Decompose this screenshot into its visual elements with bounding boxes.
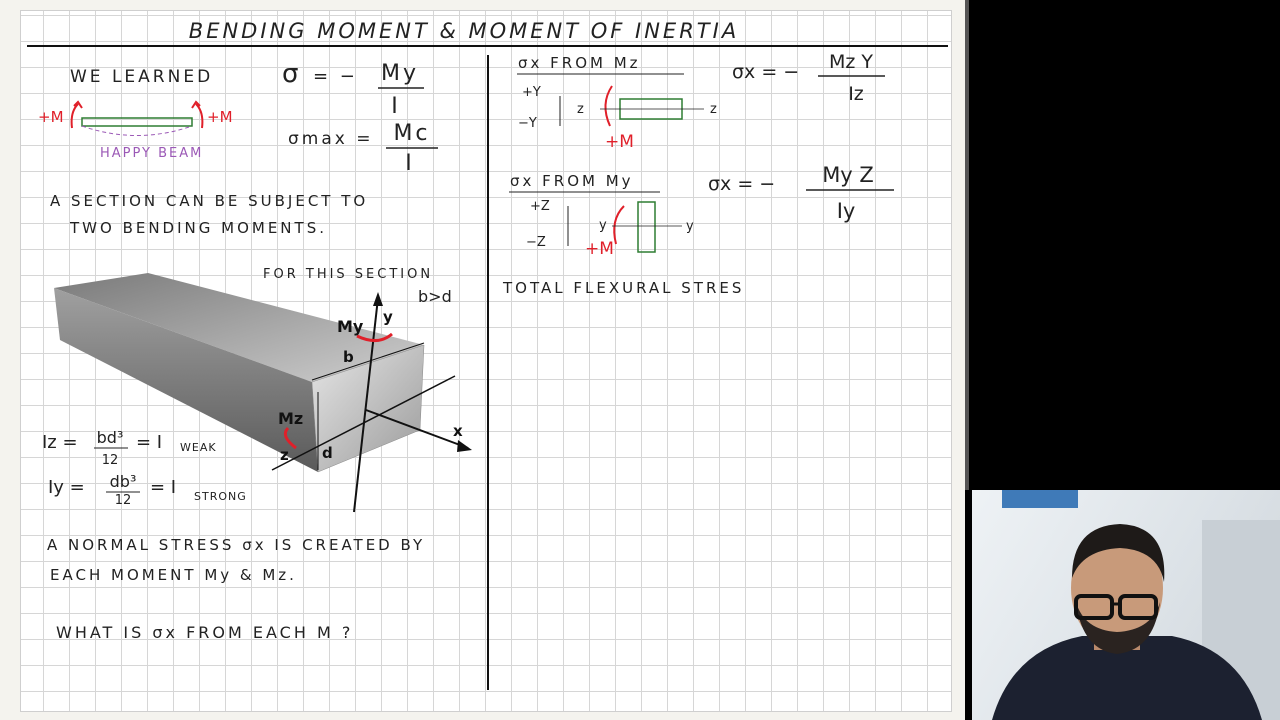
sigma-max-label: σmax =: [288, 129, 373, 149]
total-flexural-stress-text: TOTAL FLEXURAL STRES: [502, 279, 744, 297]
label-z-axis: z: [280, 446, 289, 464]
eq-b-numerator: My Z: [822, 163, 874, 187]
background-poster: [1002, 490, 1078, 508]
for-this-section-text: FOR THIS SECTION: [263, 267, 433, 282]
iz-rhs: = I: [136, 432, 162, 453]
moment-mz-arrow: [604, 85, 613, 127]
label-plus-z: +Z: [530, 199, 550, 214]
plus-m-my: +M: [585, 239, 614, 259]
label-d: d: [322, 444, 333, 462]
moment-my-arrow: [613, 205, 625, 245]
moment-arrow-right: [195, 103, 204, 129]
instructor-video: [992, 490, 1280, 720]
beam-deflection-curve: [81, 125, 193, 136]
dark-right-strip: [1125, 0, 1280, 490]
eq1-denominator: I: [391, 94, 401, 119]
label-z-right: z: [710, 102, 717, 117]
iy-strong-label: STRONG: [194, 490, 247, 503]
sigma-symbol: σ: [282, 59, 301, 89]
whiteboard-drawing: BENDING MOMENT & MOMENT OF INERTIA WE LE…: [27, 19, 948, 690]
label-plus-y: +Y: [522, 85, 541, 100]
eq-a-numerator: Mz Y: [829, 51, 873, 73]
cross-section-my: [637, 201, 656, 253]
label-b: b: [343, 348, 354, 366]
label-minus-z: −Z: [526, 235, 546, 250]
iy-lhs: Iy =: [48, 477, 85, 498]
dark-side-panel: [965, 0, 1129, 490]
plus-m-mz: +M: [605, 132, 634, 152]
webcam-feed: [972, 490, 1280, 720]
eq2-denominator: I: [405, 151, 415, 176]
label-y-axis: y: [383, 308, 393, 326]
iz-lhs: Iz =: [42, 432, 78, 453]
equals-minus: = −: [313, 66, 358, 87]
normal-stress-line2: EACH MOMENT My & Mz.: [50, 566, 297, 584]
plus-m-right: +M: [207, 108, 233, 126]
x-axis-arrowhead: [457, 440, 472, 452]
label-mz: Mz: [278, 409, 303, 428]
iy-rhs: = I: [150, 477, 176, 498]
iy-denominator: 12: [115, 493, 132, 508]
label-x-axis: x: [453, 422, 463, 440]
question-text: WHAT IS σx FROM EACH M ?: [56, 623, 353, 642]
plus-m-left: +M: [38, 108, 64, 126]
label-y-right: y: [686, 219, 694, 234]
section-text-line2: TWO BENDING MOMENTS.: [69, 219, 327, 237]
y-axis-arrowhead: [373, 292, 383, 306]
moment-arrow-left: [70, 103, 79, 129]
heading-sigma-from-my: σx FROM My: [510, 172, 634, 190]
happy-beam-label: HAPPY BEAM: [100, 146, 203, 161]
eq2-numerator: Mc: [393, 121, 430, 146]
label-minus-y: −Y: [518, 116, 537, 131]
we-learned-text: WE LEARNED: [70, 67, 213, 87]
iy-numerator: db³: [110, 472, 137, 491]
eq-b-denominator: Iy: [837, 199, 856, 223]
label-y-left: y: [599, 218, 607, 233]
heading-sigma-from-mz: σx FROM Mz: [518, 54, 641, 72]
normal-stress-line1: A NORMAL STRESS σx IS CREATED BY: [47, 536, 425, 554]
eq-a-denominator: Iz: [848, 83, 864, 105]
iz-denominator: 12: [102, 453, 119, 468]
iz-numerator: bd³: [97, 428, 124, 447]
label-z-left: z: [577, 102, 584, 117]
eq1-numerator: My: [381, 61, 419, 86]
eq-a-lhs: σx = −: [732, 61, 799, 83]
label-my: My: [337, 317, 364, 336]
b-gt-d-text: b>d: [418, 287, 452, 306]
page-title: BENDING MOMENT & MOMENT OF INERTIA: [189, 19, 739, 43]
iz-weak-label: WEAK: [180, 441, 217, 454]
eq-b-lhs: σx = −: [708, 173, 775, 195]
happy-beam-rect: [81, 117, 193, 127]
section-text-line1: A SECTION CAN BE SUBJECT TO: [50, 192, 368, 210]
